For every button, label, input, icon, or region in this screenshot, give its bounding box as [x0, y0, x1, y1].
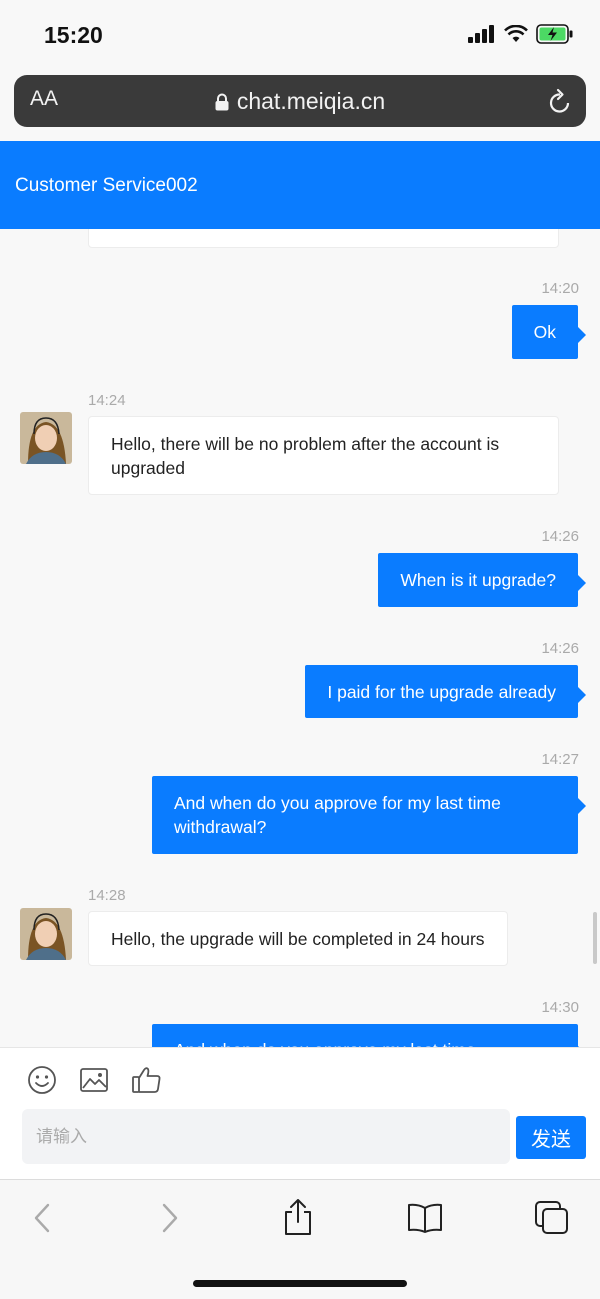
- message-bubble-agent: Hello, there will be no problem after th…: [88, 416, 559, 495]
- url-display[interactable]: chat.meiqia.cn: [14, 88, 586, 115]
- emoji-icon[interactable]: [27, 1065, 57, 1095]
- home-indicator[interactable]: [193, 1280, 407, 1287]
- forward-icon[interactable]: [158, 1202, 182, 1234]
- back-icon[interactable]: [30, 1202, 54, 1234]
- bookmarks-icon[interactable]: [406, 1202, 444, 1234]
- share-icon[interactable]: [283, 1198, 313, 1236]
- status-bar: 15:20: [0, 0, 600, 70]
- message-timestamp: 14:24: [88, 392, 126, 409]
- message-bubble-user: When is it upgrade?: [378, 553, 586, 607]
- send-button[interactable]: 发送: [516, 1116, 586, 1159]
- message-text: Hello, there will be no problem after th…: [111, 433, 500, 478]
- agent-avatar: [20, 908, 72, 960]
- message-bubble-agent: Hello, the upgrade will be completed in …: [88, 911, 508, 966]
- message-bubble-user: Ok: [511, 305, 587, 359]
- message-bubble-user: I paid for the upgrade already: [305, 665, 586, 718]
- battery-charging-icon: [536, 24, 573, 44]
- message-text: And when do you approve for my last time…: [174, 793, 501, 837]
- message-text: I paid for the upgrade already: [327, 681, 556, 702]
- address-bar[interactable]: AA chat.meiqia.cn: [14, 75, 586, 127]
- wifi-icon: [504, 25, 528, 42]
- message-bubble-agent: [88, 229, 559, 248]
- url-domain: chat.meiqia.cn: [236, 88, 386, 114]
- message-timestamp: 14:26: [541, 528, 579, 545]
- lock-icon: [215, 93, 229, 111]
- message-bubble-user: And when do you approve for my last time…: [152, 776, 586, 854]
- composer: 发送: [0, 1047, 600, 1179]
- status-icons: [468, 24, 574, 44]
- message-timestamp: 14:26: [541, 640, 579, 657]
- message-bubble-user: And when do you approve my last time: [152, 1024, 586, 1047]
- message-timestamp: 14:30: [541, 999, 579, 1016]
- message-text: Ok: [533, 322, 556, 342]
- tabs-icon[interactable]: [534, 1200, 570, 1236]
- reload-icon[interactable]: [548, 88, 572, 114]
- message-input[interactable]: [22, 1109, 510, 1164]
- scrollbar-thumb[interactable]: [593, 912, 597, 964]
- chat-header: Customer Service002: [0, 141, 600, 229]
- thumbs-up-icon[interactable]: [131, 1065, 163, 1095]
- agent-avatar: [20, 412, 72, 464]
- status-time: 15:20: [44, 22, 103, 48]
- chat-title: Customer Service002: [15, 175, 198, 196]
- signal-icon: [468, 25, 494, 43]
- message-timestamp: 14:28: [88, 887, 126, 904]
- message-text: And when do you approve my last time: [174, 1038, 476, 1047]
- image-icon[interactable]: [79, 1065, 109, 1095]
- message-text: When is it upgrade?: [400, 570, 556, 590]
- message-text: Hello, the upgrade will be completed in …: [111, 928, 485, 949]
- message-timestamp: 14:20: [541, 280, 579, 297]
- message-timestamp: 14:27: [541, 751, 579, 768]
- chat-message-list[interactable]: 14:20 Ok 14:24 Hello, there will be no p…: [0, 229, 600, 1047]
